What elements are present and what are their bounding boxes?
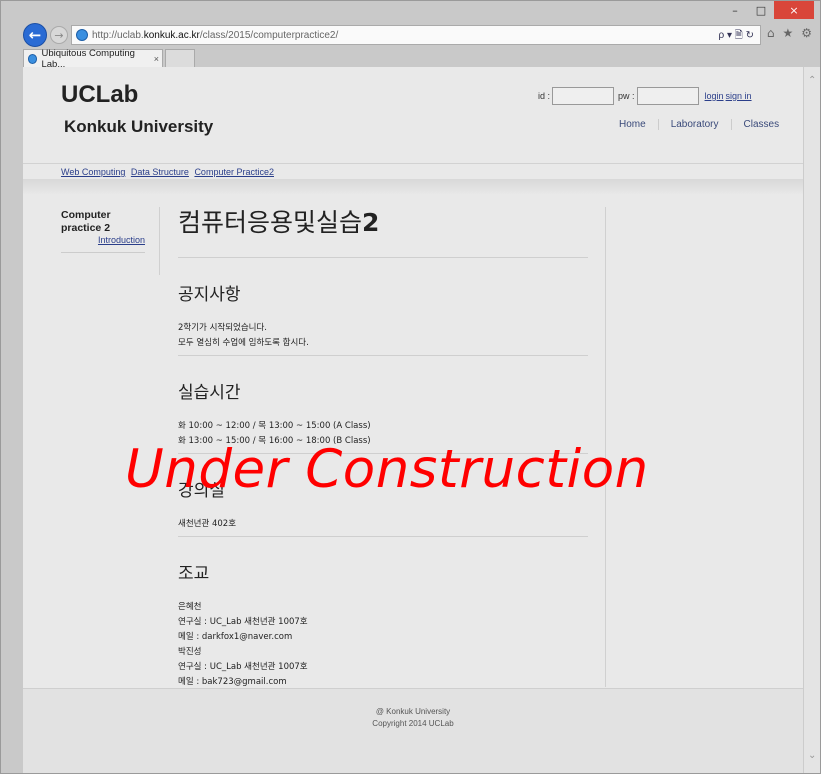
main-nav: Home Laboratory Classes — [607, 119, 791, 130]
class-links: Web Computing Data Structure Computer Pr… — [61, 167, 277, 177]
page-viewport: UCLab Konkuk University id : pw : login … — [23, 67, 803, 773]
address-bar[interactable]: http://uclab. konkuk.ac.kr/class/2015/com… — [71, 25, 761, 45]
new-tab-button[interactable] — [165, 49, 195, 67]
sidebar-title: Computer practice 2 — [61, 209, 111, 234]
toolbar-icons: ⌂ ★ ⚙ — [767, 26, 812, 40]
vertical-scrollbar[interactable]: ⌃ ⌄ — [803, 67, 820, 773]
link-web-computing[interactable]: Web Computing — [61, 167, 125, 177]
sidebar-divider — [61, 252, 145, 253]
section-line: 새천년관 402호 — [178, 519, 237, 529]
page-title-number: 2 — [362, 208, 380, 237]
url-path: /class/2015/computerpractice2/ — [199, 29, 339, 41]
navigation-bar: ← → http://uclab. konkuk.ac.kr/class/2015… — [1, 21, 821, 49]
footer: @ Konkuk University Copyright 2014 UCLab — [23, 688, 803, 773]
tab-close-icon[interactable]: × — [154, 54, 159, 64]
home-icon[interactable]: ⌂ — [767, 26, 775, 40]
id-input[interactable] — [552, 87, 615, 105]
section-heading: 공지사항 — [178, 285, 241, 305]
site-title[interactable]: UCLab — [61, 81, 138, 109]
nav-laboratory[interactable]: Laboratory — [659, 119, 732, 130]
url-prefix: http://uclab. — [92, 29, 144, 41]
under-construction-watermark: Under Construction — [125, 439, 649, 500]
favorites-star-icon[interactable]: ★ — [782, 26, 793, 40]
signin-link[interactable]: sign in — [726, 91, 752, 101]
page-title-text: 컴퓨터응용및실습 — [178, 208, 363, 237]
section-line: 박진성 — [178, 647, 202, 657]
section-line: 2학기가 시작되었습니다. — [178, 323, 268, 333]
ie-tab-icon — [28, 53, 38, 64]
section-heading: 조교 — [178, 564, 210, 584]
section-line: 모두 열심히 수업에 임하도록 합시다. — [178, 338, 309, 348]
section-ta: 조교 은혜천 연구실 : UC_Lab 새천년관 1007호 메일 : dark… — [178, 537, 588, 694]
section-line: 은혜천 — [178, 602, 202, 612]
section-line: 메일 : darkfox1@naver.com — [178, 632, 293, 642]
pw-label: pw : — [618, 91, 635, 101]
scroll-up-icon[interactable]: ⌃ — [808, 75, 816, 86]
tab-uclab[interactable]: Ubiquitous Computing Lab... × — [23, 48, 163, 70]
settings-gear-icon[interactable]: ⚙ — [801, 26, 812, 40]
pw-input[interactable] — [636, 87, 699, 105]
ie-page-icon — [76, 29, 88, 41]
sidebar-separator — [159, 207, 160, 275]
page-title: 컴퓨터응용및실습2 — [178, 205, 588, 241]
section-line: 연구실 : UC_Lab 새천년관 1007호 — [178, 617, 308, 627]
footer-line2: Copyright 2014 UCLab — [372, 719, 454, 728]
footer-line1: @ Konkuk University — [375, 707, 451, 716]
nav-home[interactable]: Home — [607, 119, 659, 130]
nav-classes[interactable]: Classes — [732, 119, 792, 130]
minimize-button[interactable]: – — [722, 1, 748, 19]
close-window-button[interactable]: × — [774, 1, 814, 19]
forward-arrow-icon[interactable]: → — [50, 26, 68, 44]
tab-bar: Ubiquitous Computing Lab... × — [1, 48, 821, 70]
section-heading: 실습시간 — [178, 383, 241, 403]
login-link[interactable]: login — [705, 91, 724, 101]
maximize-button[interactable]: □ — [748, 1, 774, 19]
site-subtitle: Konkuk University — [64, 117, 214, 136]
header-divider — [23, 163, 803, 164]
back-arrow-icon[interactable]: ← — [23, 23, 47, 47]
sidebar-item-introduction[interactable]: Introduction — [61, 235, 145, 245]
id-label: id : — [538, 91, 551, 101]
search-refresh-icons[interactable]: ρ ▾ 🗎 ↻ — [719, 26, 754, 46]
link-data-structure[interactable]: Data Structure — [131, 167, 189, 177]
section-line: 화 10:00 ~ 12:00 / 목 13:00 ~ 15:00 (A Cla… — [178, 421, 371, 431]
sidebar: Computer practice 2 Introduction — [61, 209, 145, 253]
window-controls: – □ × — [722, 1, 814, 21]
header-shade — [23, 179, 803, 195]
url-host: konkuk.ac.kr — [143, 29, 200, 41]
section-line: 연구실 : UC_Lab 새천년관 1007호 — [178, 662, 308, 672]
scroll-down-icon[interactable]: ⌄ — [808, 750, 816, 761]
link-computer-practice2[interactable]: Computer Practice2 — [194, 167, 274, 177]
login-form: id : pw : login sign in — [538, 87, 752, 105]
section-notice: 공지사항 2학기가 시작되었습니다. 모두 열심히 수업에 임하도록 합시다. — [178, 258, 588, 356]
browser-window: – □ × ← → http://uclab. konkuk.ac.kr/clas… — [0, 0, 821, 774]
